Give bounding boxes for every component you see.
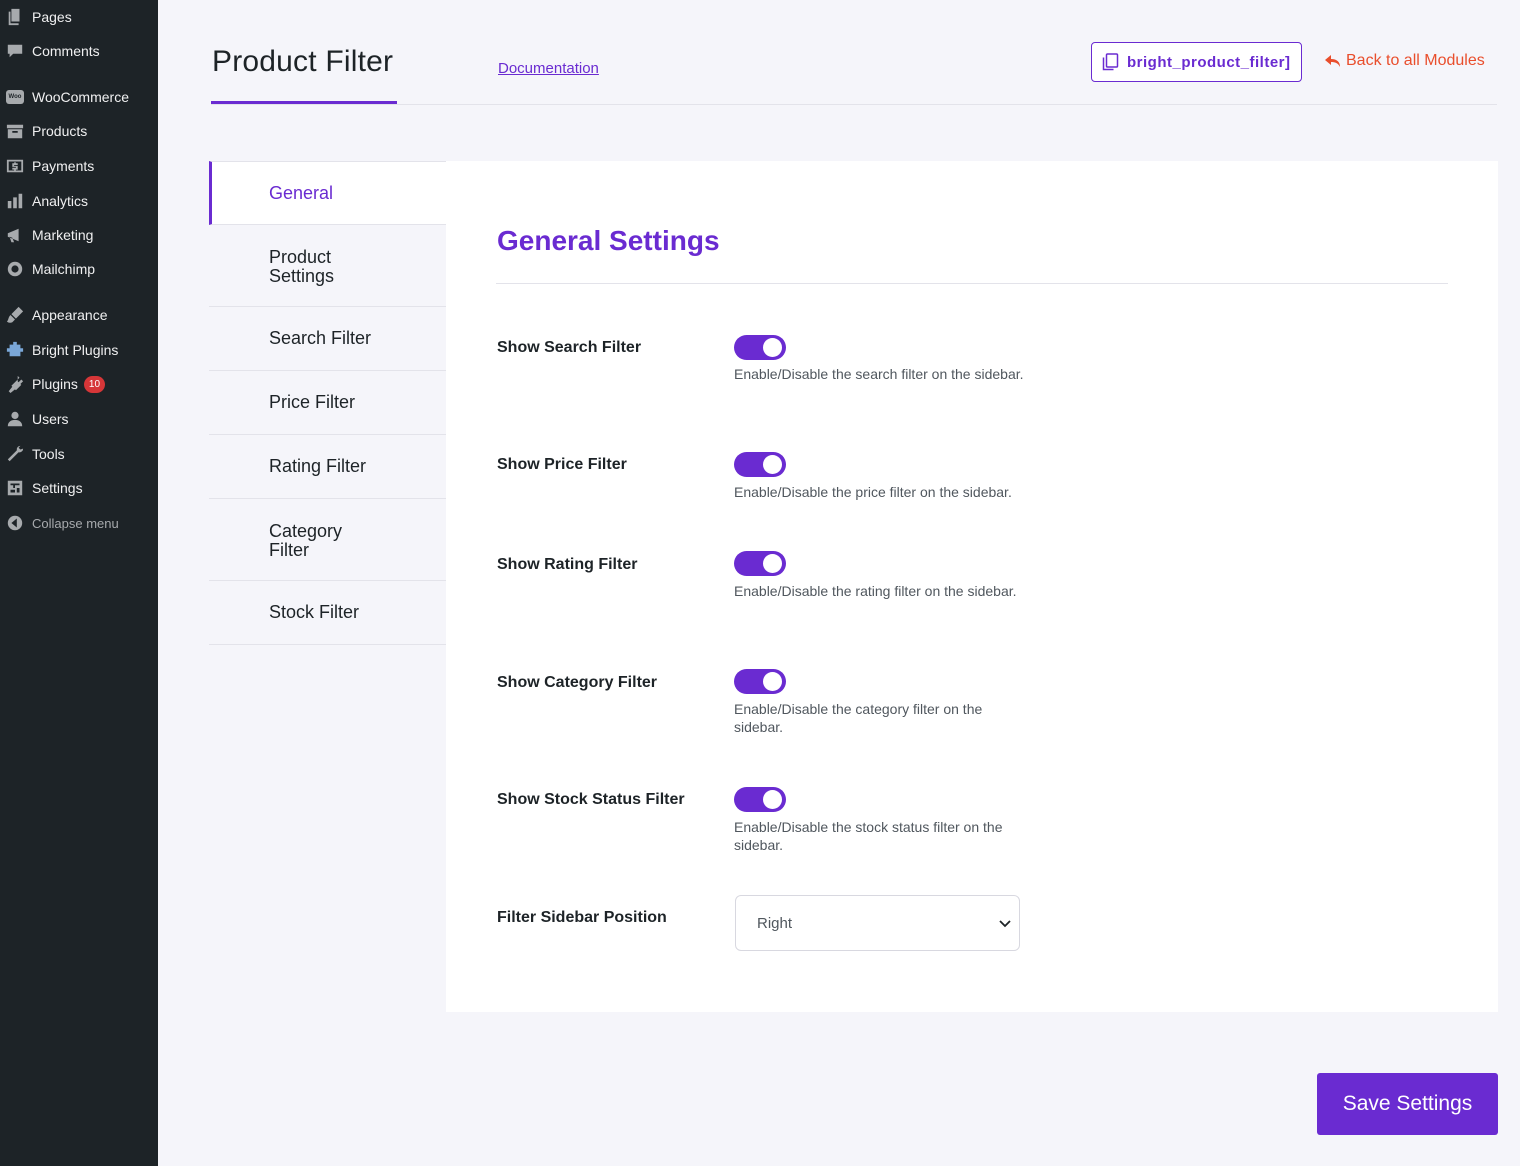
sidebar-item-label: Tools — [32, 446, 65, 462]
sidebar-item-label: Comments — [32, 43, 100, 59]
sidebar-item-label: Products — [32, 123, 88, 139]
page-title: Product Filter — [212, 45, 394, 78]
toggle-knob — [763, 790, 782, 809]
documentation-link[interactable]: Documentation — [498, 60, 599, 77]
setting-label-rating: Show Rating Filter — [497, 556, 638, 573]
toggle-category-filter[interactable] — [734, 669, 786, 694]
chevron-down-icon — [999, 920, 1011, 928]
sidebar-item-appearance[interactable]: Appearance — [0, 301, 158, 329]
pages-icon — [5, 7, 25, 27]
toggle-stock-status-filter[interactable] — [734, 787, 786, 812]
comments-icon — [5, 41, 25, 61]
sidebar-item-label: Pages — [32, 9, 72, 25]
plugins-update-badge: 10 — [83, 375, 106, 393]
tools-icon — [5, 444, 25, 464]
settings-icon — [5, 478, 25, 498]
setting-label-position: Filter Sidebar Position — [497, 909, 667, 926]
setting-desc-rating: Enable/Disable the rating filter on the … — [734, 583, 1017, 599]
general-settings-panel: General Settings Show Search Filter Enab… — [446, 161, 1498, 1012]
save-settings-button[interactable]: Save Settings — [1317, 1073, 1498, 1135]
users-icon — [5, 409, 25, 429]
tab-label: Price Filter — [269, 392, 356, 412]
toggle-knob — [763, 554, 782, 573]
setting-desc-price: Enable/Disable the price filter on the s… — [734, 484, 1012, 500]
toggle-knob — [763, 338, 782, 357]
sidebar-item-users[interactable]: Users — [0, 405, 158, 433]
setting-label-category: Show Category Filter — [497, 674, 658, 691]
sidebar-item-label: Bright Plugins — [32, 342, 119, 358]
tab-label: Search Filter — [269, 328, 372, 348]
back-link-label: Back to all Modules — [1346, 52, 1485, 69]
woocommerce-icon: Woo — [5, 87, 25, 107]
tab-category-filter[interactable]: Category Filter — [209, 499, 446, 581]
sidebar-item-label: Analytics — [32, 193, 89, 209]
sidebar-position-select[interactable]: Right — [735, 895, 1020, 951]
setting-desc-category: Enable/Disable the category filter on th… — [734, 701, 983, 735]
payments-icon — [5, 156, 25, 176]
toggle-rating-filter[interactable] — [734, 551, 786, 576]
collapse-icon — [5, 513, 25, 533]
tab-search-filter[interactable]: Search Filter — [209, 307, 446, 371]
header-divider — [211, 104, 1497, 105]
shortcode-text: bright_product_filter] — [1127, 53, 1291, 71]
sidebar-item-payments[interactable]: Payments — [0, 152, 158, 180]
sidebar-item-woocommerce[interactable]: Woo WooCommerce — [0, 83, 158, 111]
toggle-price-filter[interactable] — [734, 452, 786, 477]
tab-label: Category Filter — [269, 520, 343, 560]
sidebar-item-mailchimp[interactable]: Mailchimp — [0, 255, 158, 283]
analytics-icon — [5, 191, 25, 211]
back-to-modules-link[interactable]: Back to all Modules — [1325, 52, 1485, 70]
sidebar-item-plugins[interactable]: Plugins 10 — [0, 370, 158, 398]
panel-title: General Settings — [497, 225, 720, 256]
sidebar-item-label: Plugins — [32, 376, 78, 392]
tab-stock-filter[interactable]: Stock Filter — [209, 581, 446, 645]
toggle-search-filter[interactable] — [734, 335, 786, 360]
setting-label-search: Show Search Filter — [497, 339, 642, 356]
sidebar-item-comments[interactable]: Comments — [0, 37, 158, 65]
tab-rating-filter[interactable]: Rating Filter — [209, 435, 446, 499]
sidebar-item-analytics[interactable]: Analytics — [0, 187, 158, 215]
setting-desc-stock: Enable/Disable the stock status filter o… — [734, 819, 1003, 853]
tab-price-filter[interactable]: Price Filter — [209, 371, 446, 435]
plugins-icon — [5, 374, 25, 394]
tab-label: Product Settings — [269, 246, 335, 286]
setting-desc-search: Enable/Disable the search filter on the … — [734, 366, 1024, 382]
appearance-icon — [5, 305, 25, 325]
sidebar-item-label: WooCommerce — [32, 89, 129, 105]
sidebar-item-settings[interactable]: Settings — [0, 474, 158, 502]
mailchimp-icon — [5, 259, 25, 279]
tab-product-settings[interactable]: Product Settings — [209, 225, 446, 307]
sidebar-item-label: Appearance — [32, 307, 108, 323]
collapse-menu-button[interactable]: Collapse menu — [0, 509, 158, 537]
panel-divider — [496, 283, 1448, 284]
sidebar-item-label: Payments — [32, 158, 95, 174]
sidebar-item-label: Users — [32, 411, 69, 427]
sidebar-item-products[interactable]: Products — [0, 117, 158, 145]
sidebar-item-label: Marketing — [32, 227, 94, 243]
products-icon — [5, 121, 25, 141]
sidebar-item-pages[interactable]: Pages — [0, 3, 158, 31]
tab-label: Rating Filter — [269, 456, 367, 476]
sidebar-item-label: Mailchimp — [32, 261, 96, 277]
tab-general[interactable]: General — [209, 161, 446, 225]
sidebar-item-marketing[interactable]: Marketing — [0, 221, 158, 249]
setting-label-stock: Show Stock Status Filter — [497, 791, 685, 808]
copy-icon — [1102, 53, 1119, 71]
setting-label-price: Show Price Filter — [497, 456, 627, 473]
reply-arrow-icon — [1325, 54, 1340, 67]
settings-tabs: General Product Settings Search Filter P… — [209, 161, 446, 645]
sidebar-item-bright-plugins[interactable]: Bright Plugins — [0, 336, 158, 364]
sidebar-item-label: Settings — [32, 480, 83, 496]
marketing-icon — [5, 225, 25, 245]
select-value: Right — [757, 914, 793, 932]
toggle-knob — [763, 672, 782, 691]
toggle-knob — [763, 455, 782, 474]
sidebar-item-tools[interactable]: Tools — [0, 440, 158, 468]
admin-sidebar: Pages Comments Woo WooCommerce Products … — [0, 0, 158, 1166]
tab-label: General — [269, 182, 334, 203]
bright-plugins-icon — [5, 340, 25, 360]
tab-label: Stock Filter — [269, 602, 360, 622]
copy-shortcode-button[interactable]: bright_product_filter] — [1091, 42, 1302, 82]
sidebar-item-label: Collapse menu — [32, 515, 119, 531]
